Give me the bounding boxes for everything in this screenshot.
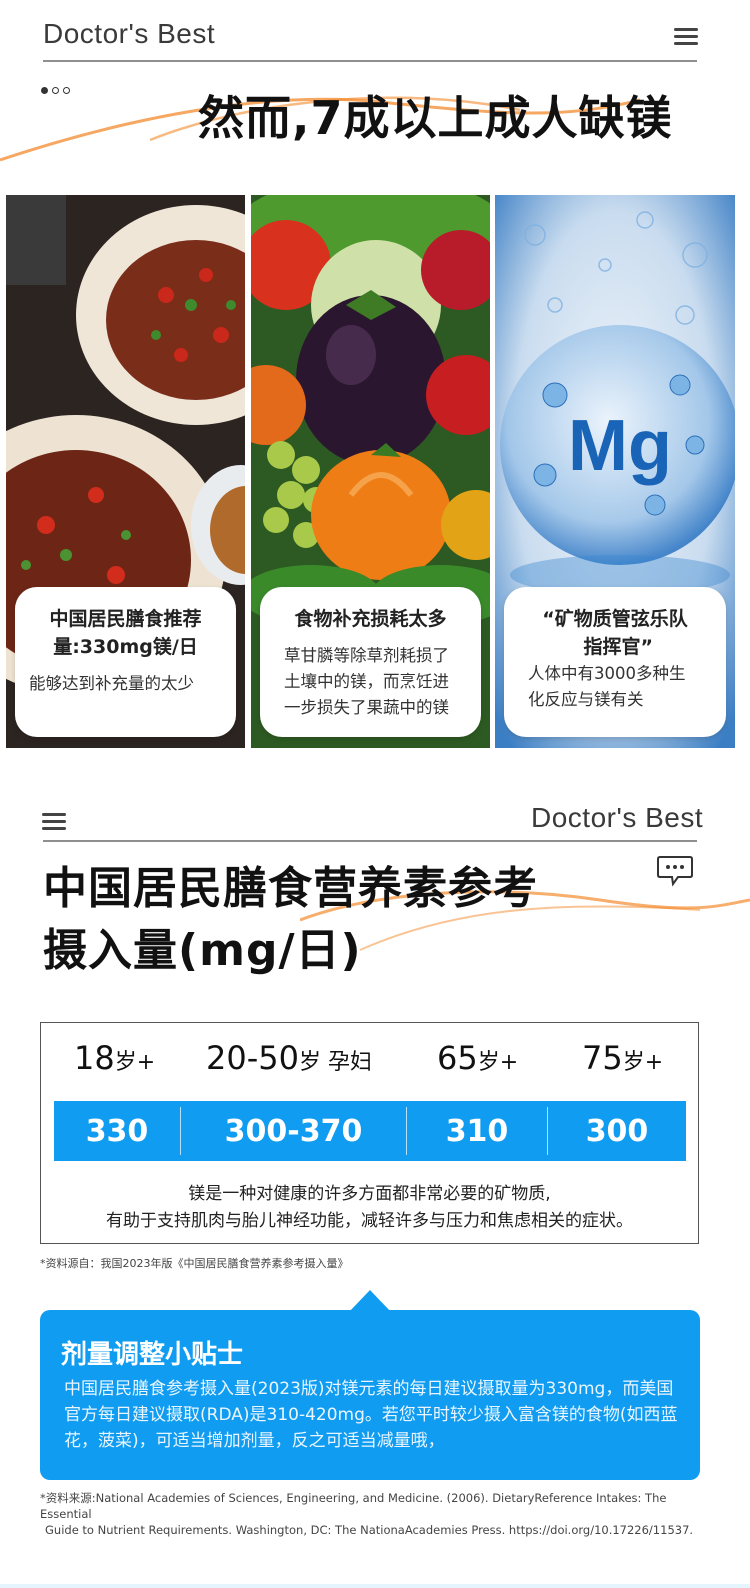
section2-divider: [43, 840, 697, 842]
age-header-75: 75岁+: [582, 1039, 664, 1077]
panel-magnesium: Mg “矿物质管弦乐队 指挥官” 人体中有3000多种生 化反应与镁有关: [495, 195, 735, 748]
intake-table: 18岁+ 20-50岁 孕妇 65岁+ 75岁+ 330 300-370 310…: [40, 1022, 699, 1244]
dosage-tip-box: 剂量调整小贴士 中国居民膳食参考摄入量(2023版)对镁元素的每日建议摄取量为3…: [40, 1310, 700, 1480]
brand-logo-top: Doctor's Best: [43, 18, 216, 49]
card-title: 中国居民膳食推荐 量:330mg镁/日: [49, 608, 202, 658]
table-note: 镁是一种对健康的许多方面都非常必要的矿物质, 有助于支持肌肉与胎儿神经功能，减轻…: [106, 1184, 633, 1231]
brand-logo-section2: Doctor's Best: [531, 802, 704, 833]
tip-body: 中国居民膳食参考摄入量(2023版)对镁元素的每日建议摄取量为330mg，而美国…: [64, 1379, 678, 1451]
section1-title: 然而,7成以上成人缺镁: [198, 91, 673, 145]
age-header-20-50: 20-50岁 孕妇: [206, 1039, 372, 1077]
panel-food: 中国居民膳食推荐 量:330mg镁/日 能够达到补充量的太少: [6, 195, 245, 748]
menu-icon[interactable]: [674, 28, 698, 46]
card-text: 能够达到补充量的太少: [29, 674, 194, 693]
section2-title: 中国居民膳食营养素参考 摄入量(mg/日): [43, 863, 538, 976]
info-card-conductor: “矿物质管弦乐队 指挥官” 人体中有3000多种生 化反应与镁有关: [504, 587, 726, 737]
mg-image-label: Mg: [568, 406, 672, 486]
info-card-loss: 食物补充损耗太多 草甘膦等除草剂耗损了 土壤中的镁，而烹饪进 一步损失了果蔬中的镁: [260, 587, 481, 737]
source-note-1: *资料源自：我国2023年版《中国居民膳食营养素参考摄入量》: [40, 1257, 349, 1270]
card-title: “矿物质管弦乐队 指挥官”: [542, 608, 688, 658]
value-65: 310: [445, 1114, 509, 1149]
card-text: 人体中有3000多种生 化反应与镁有关: [528, 664, 686, 709]
values-bar: 330 300-370 310 300: [54, 1101, 686, 1161]
bottom-accent-line: [0, 1584, 750, 1588]
menu-icon-2[interactable]: [42, 813, 66, 831]
source-note-2: *资料来源:National Academies of Sciences, En…: [40, 1491, 694, 1537]
value-18: 330: [85, 1114, 149, 1149]
card-title: 食物补充损耗太多: [294, 608, 447, 630]
value-20-50: 300-370: [224, 1114, 363, 1149]
header-divider: [43, 60, 697, 62]
age-header-65: 65岁+: [437, 1039, 519, 1077]
tip-pointer: [349, 1290, 391, 1312]
tip-title: 剂量调整小贴士: [61, 1340, 244, 1370]
panel-vegetables: 食物补充损耗太多 草甘膦等除草剂耗损了 土壤中的镁，而烹饪进 一步损失了果蔬中的镁: [251, 195, 490, 748]
info-card-intake: 中国居民膳食推荐 量:330mg镁/日 能够达到补充量的太少: [15, 587, 236, 737]
value-75: 300: [585, 1114, 649, 1149]
age-header-18: 18岁+: [74, 1039, 156, 1077]
card-text: 草甘膦等除草剂耗损了 土壤中的镁，而烹饪进 一步损失了果蔬中的镁: [284, 646, 449, 717]
